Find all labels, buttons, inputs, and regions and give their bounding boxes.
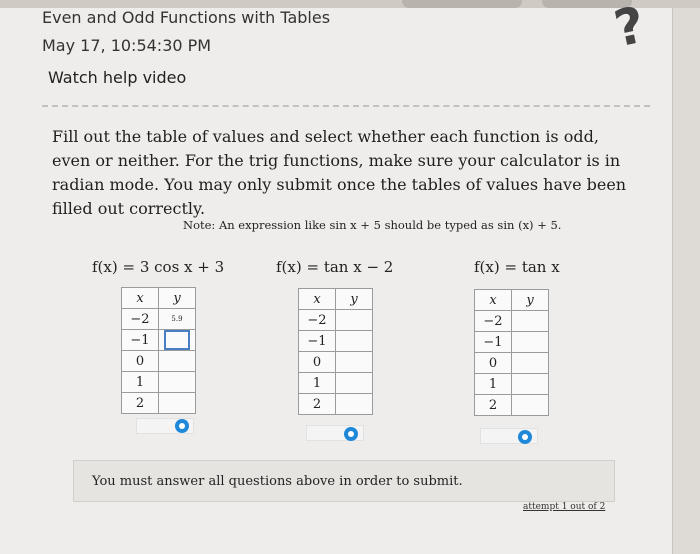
problem-datetime: May 17, 10:54:30 PM — [42, 36, 212, 55]
x-cell: −2 — [298, 309, 336, 331]
x-cell: 2 — [298, 393, 336, 415]
dropdown-toggle-icon[interactable] — [344, 427, 358, 441]
y-input[interactable] — [511, 331, 549, 353]
dropdown-toggle-icon[interactable] — [518, 430, 532, 444]
instructions-text: Fill out the table of values and select … — [52, 127, 627, 218]
note-text: Note: An expression like sin x + 5 shoul… — [183, 218, 562, 232]
x-cell: 2 — [474, 394, 512, 416]
col-x-header: x — [298, 288, 336, 310]
help-video-link[interactable]: Watch help video — [48, 68, 186, 87]
values-table-2: x y −2 −1 0 1 2 — [298, 288, 373, 415]
y-input[interactable] — [158, 392, 196, 414]
function-label-2: f(x) = tan x − 2 — [276, 258, 394, 276]
col-x-header: x — [474, 289, 512, 311]
assignment-page: Even and Odd Functions with Tables May 1… — [0, 0, 700, 554]
divider — [42, 105, 650, 107]
function-label-1: f(x) = 3 cos x + 3 — [92, 258, 225, 276]
values-table-1: x y −2 5.9 −1 0 1 2 — [121, 287, 196, 414]
y-input[interactable] — [335, 393, 373, 415]
x-cell: 1 — [121, 371, 159, 393]
attempt-counter: attempt 1 out of 2 — [523, 502, 606, 512]
y-input[interactable] — [158, 350, 196, 372]
y-input[interactable] — [335, 372, 373, 394]
x-cell: 2 — [121, 392, 159, 414]
y-input-focused[interactable] — [158, 329, 196, 351]
x-cell: −1 — [298, 330, 336, 352]
col-y-header: y — [158, 287, 196, 309]
col-y-header: y — [335, 288, 373, 310]
function-label-3: f(x) = tan x — [474, 258, 560, 276]
top-button-blur — [402, 0, 522, 8]
x-cell: −1 — [121, 329, 159, 351]
values-table-3: x y −2 −1 0 1 2 — [474, 289, 549, 416]
col-y-header: y — [511, 289, 549, 311]
focused-input-box[interactable] — [164, 330, 190, 350]
y-input[interactable] — [335, 330, 373, 352]
x-cell: −2 — [474, 310, 512, 332]
x-cell: −1 — [474, 331, 512, 353]
dropdown-toggle-icon[interactable] — [175, 419, 189, 433]
problem-title: Even and Odd Functions with Tables — [42, 8, 331, 27]
x-cell: −2 — [121, 308, 159, 330]
x-cell: 0 — [298, 351, 336, 373]
y-input[interactable] — [335, 309, 373, 331]
y-input[interactable]: 5.9 — [158, 308, 196, 330]
y-input[interactable] — [511, 394, 549, 416]
x-cell: 0 — [474, 352, 512, 374]
x-cell: 0 — [121, 350, 159, 372]
x-cell: 1 — [474, 373, 512, 395]
col-x-header: x — [121, 287, 159, 309]
submit-area: You must answer all questions above in o… — [73, 460, 615, 502]
y-input[interactable] — [158, 371, 196, 393]
y-input[interactable] — [511, 310, 549, 332]
x-cell: 1 — [298, 372, 336, 394]
submit-message: You must answer all questions above in o… — [92, 474, 463, 489]
y-input[interactable] — [511, 352, 549, 374]
y-input[interactable] — [511, 373, 549, 395]
y-input[interactable] — [335, 351, 373, 373]
